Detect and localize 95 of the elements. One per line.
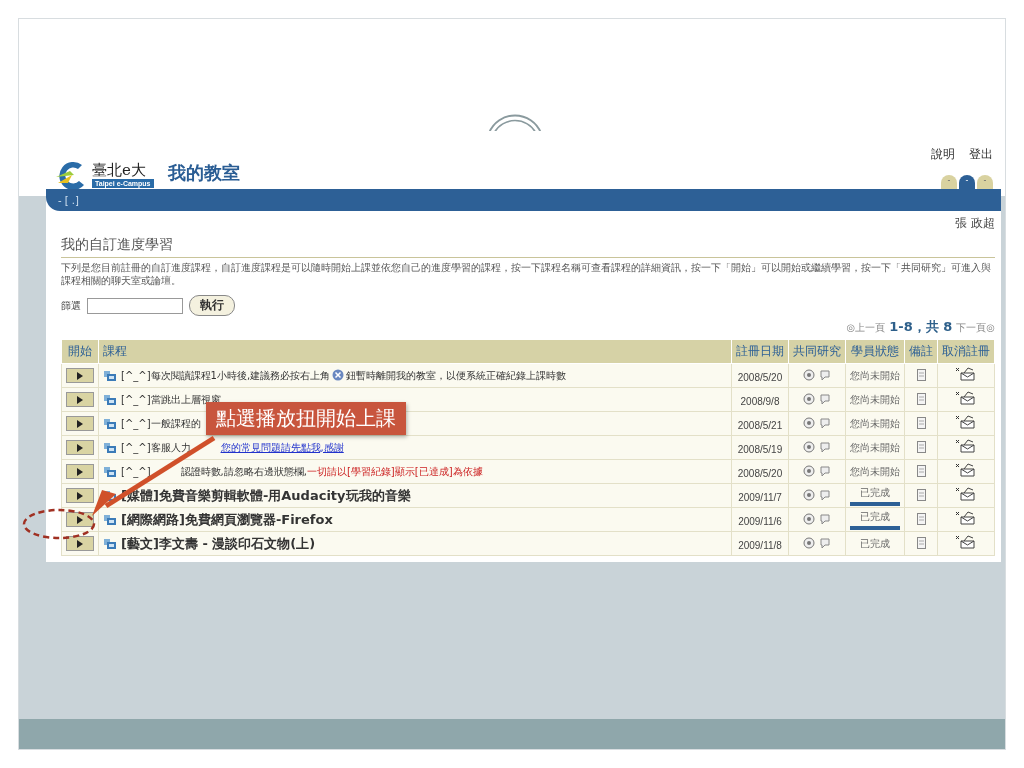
monitor-icon [103, 441, 116, 454]
tab[interactable]: - [977, 175, 993, 189]
discussion-icons[interactable] [803, 369, 831, 381]
note-icon[interactable] [916, 416, 926, 429]
status-text: 您尚未開始 [850, 416, 900, 431]
play-button[interactable] [66, 440, 94, 455]
unenroll-icon[interactable] [955, 391, 977, 405]
notice-text: [^_^]客服人力 您的常見問題請先點我,感謝 [121, 440, 344, 455]
status-text: 您尚未開始 [850, 440, 900, 455]
monitor-icon [103, 369, 116, 382]
note-icon[interactable] [916, 440, 926, 453]
unenroll-icon[interactable] [955, 415, 977, 429]
play-icon [77, 539, 83, 548]
play-icon [77, 395, 83, 404]
previous-page-link[interactable]: ◎上一頁 [846, 321, 886, 335]
description-text: 下列是您目前註冊的自訂進度課程，自訂進度課程是可以隨時開始上課並依您自己的進度學習的課程，按一下課程名稱可查看課程的詳細資訊，按一下「開始」可以開始或繼續學習，按一下「共同研究」可進入與課程相關的聊天室或論壇。 [61, 261, 992, 287]
note-icon[interactable] [916, 512, 926, 525]
execute-button[interactable]: 執行 [189, 295, 235, 316]
unenroll-icon[interactable] [955, 487, 977, 501]
note-icon[interactable] [916, 488, 926, 501]
column-header: 開始 [61, 339, 99, 364]
enroll-date: 2009/11/6 [738, 516, 782, 527]
page-summary: 1-8，共 8 [889, 318, 953, 336]
notice-text: [^_^] 認證時數,請忽略右邊狀態欄,一切請以[學習紀錄]顯示[已達成]為依據 [121, 464, 483, 479]
next-page-link[interactable]: 下一頁◎ [956, 321, 995, 335]
tab[interactable]: - [959, 175, 975, 189]
status-text: 您尚未開始 [850, 464, 900, 479]
status-text: 已完成 [860, 536, 890, 551]
unenroll-icon[interactable] [955, 367, 977, 381]
column-header: 課程 [98, 339, 732, 364]
nav-marks: - [ .] [58, 194, 79, 206]
status-text: 您尚未開始 [850, 392, 900, 407]
unenroll-icon[interactable] [955, 439, 977, 453]
play-icon [77, 467, 83, 476]
notice-text: [^_^]每次閱讀課程1小時後,建議務必按右上角 鈕暫時離開我的教室，以便系統正確紀錄上課時數 [121, 368, 567, 383]
play-button[interactable] [66, 464, 94, 479]
discussion-icons[interactable] [803, 417, 831, 429]
unenroll-icon[interactable] [955, 511, 977, 525]
status-text: 已完成 [860, 509, 890, 524]
status-text: 您尚未開始 [850, 368, 900, 383]
enroll-date: 2008/5/20 [737, 372, 783, 383]
discussion-icons[interactable] [803, 513, 831, 525]
discussion-icons[interactable] [803, 393, 831, 405]
close-icon [332, 368, 345, 381]
discussion-icons[interactable] [803, 489, 831, 501]
faq-link[interactable]: 您的常見問題請先點我,感謝 [220, 441, 344, 453]
play-icon [77, 419, 83, 428]
unenroll-icon[interactable] [955, 463, 977, 477]
column-header: 註冊日期 [731, 339, 789, 364]
play-button[interactable] [66, 488, 94, 503]
discussion-icons[interactable] [803, 441, 831, 453]
monitor-icon [103, 465, 116, 478]
discussion-icons[interactable] [803, 537, 831, 549]
enroll-date: 2009/11/8 [738, 540, 782, 551]
play-icon [77, 491, 83, 500]
note-icon[interactable] [916, 392, 926, 405]
user-name: 張 政超 [955, 215, 995, 232]
column-header: 共同研究 [788, 339, 846, 364]
play-button[interactable] [66, 392, 94, 407]
column-header: 備註 [904, 339, 938, 364]
monitor-icon [103, 393, 116, 406]
column-header: 取消註冊 [937, 339, 995, 364]
play-icon [77, 515, 83, 524]
enroll-date: 2008/5/21 [737, 420, 783, 431]
filter-field[interactable] [87, 297, 183, 314]
monitor-icon [103, 417, 116, 430]
play-button[interactable] [66, 536, 94, 551]
monitor-icon [103, 537, 116, 550]
play-icon [77, 443, 83, 452]
logo-name: 臺北e大 [92, 162, 146, 179]
header-link[interactable]: 登出 [969, 146, 993, 163]
discussion-icons[interactable] [803, 465, 831, 477]
enroll-date: 2008/9/8 [740, 396, 780, 407]
section-title: 我的自訂進度學習 [61, 236, 995, 258]
arc-drawing [487, 114, 543, 134]
status-text: 已完成 [860, 485, 890, 500]
play-icon [77, 371, 83, 380]
enroll-date: 2008/5/19 [737, 444, 783, 455]
play-button[interactable] [66, 512, 94, 527]
enroll-date: 2008/5/20 [737, 468, 783, 479]
enroll-date: 2009/11/7 [738, 492, 782, 503]
note-icon[interactable] [916, 368, 926, 381]
monitor-icon [103, 513, 116, 526]
note-icon[interactable] [916, 536, 926, 549]
filter-label: 篩選 [61, 298, 81, 313]
unenroll-icon[interactable] [955, 535, 977, 549]
callout-label: 點選播放扭開始上課 [206, 402, 406, 435]
column-header: 學員狀態 [845, 339, 905, 364]
play-button[interactable] [66, 368, 94, 383]
note-icon[interactable] [916, 464, 926, 477]
header-link[interactable]: 說明 [931, 146, 955, 163]
play-button[interactable] [66, 416, 94, 431]
tab[interactable]: - [941, 175, 957, 189]
page-heading: 我的教室 [167, 161, 240, 185]
notice-text: [^_^]一般課程的 [121, 416, 201, 431]
